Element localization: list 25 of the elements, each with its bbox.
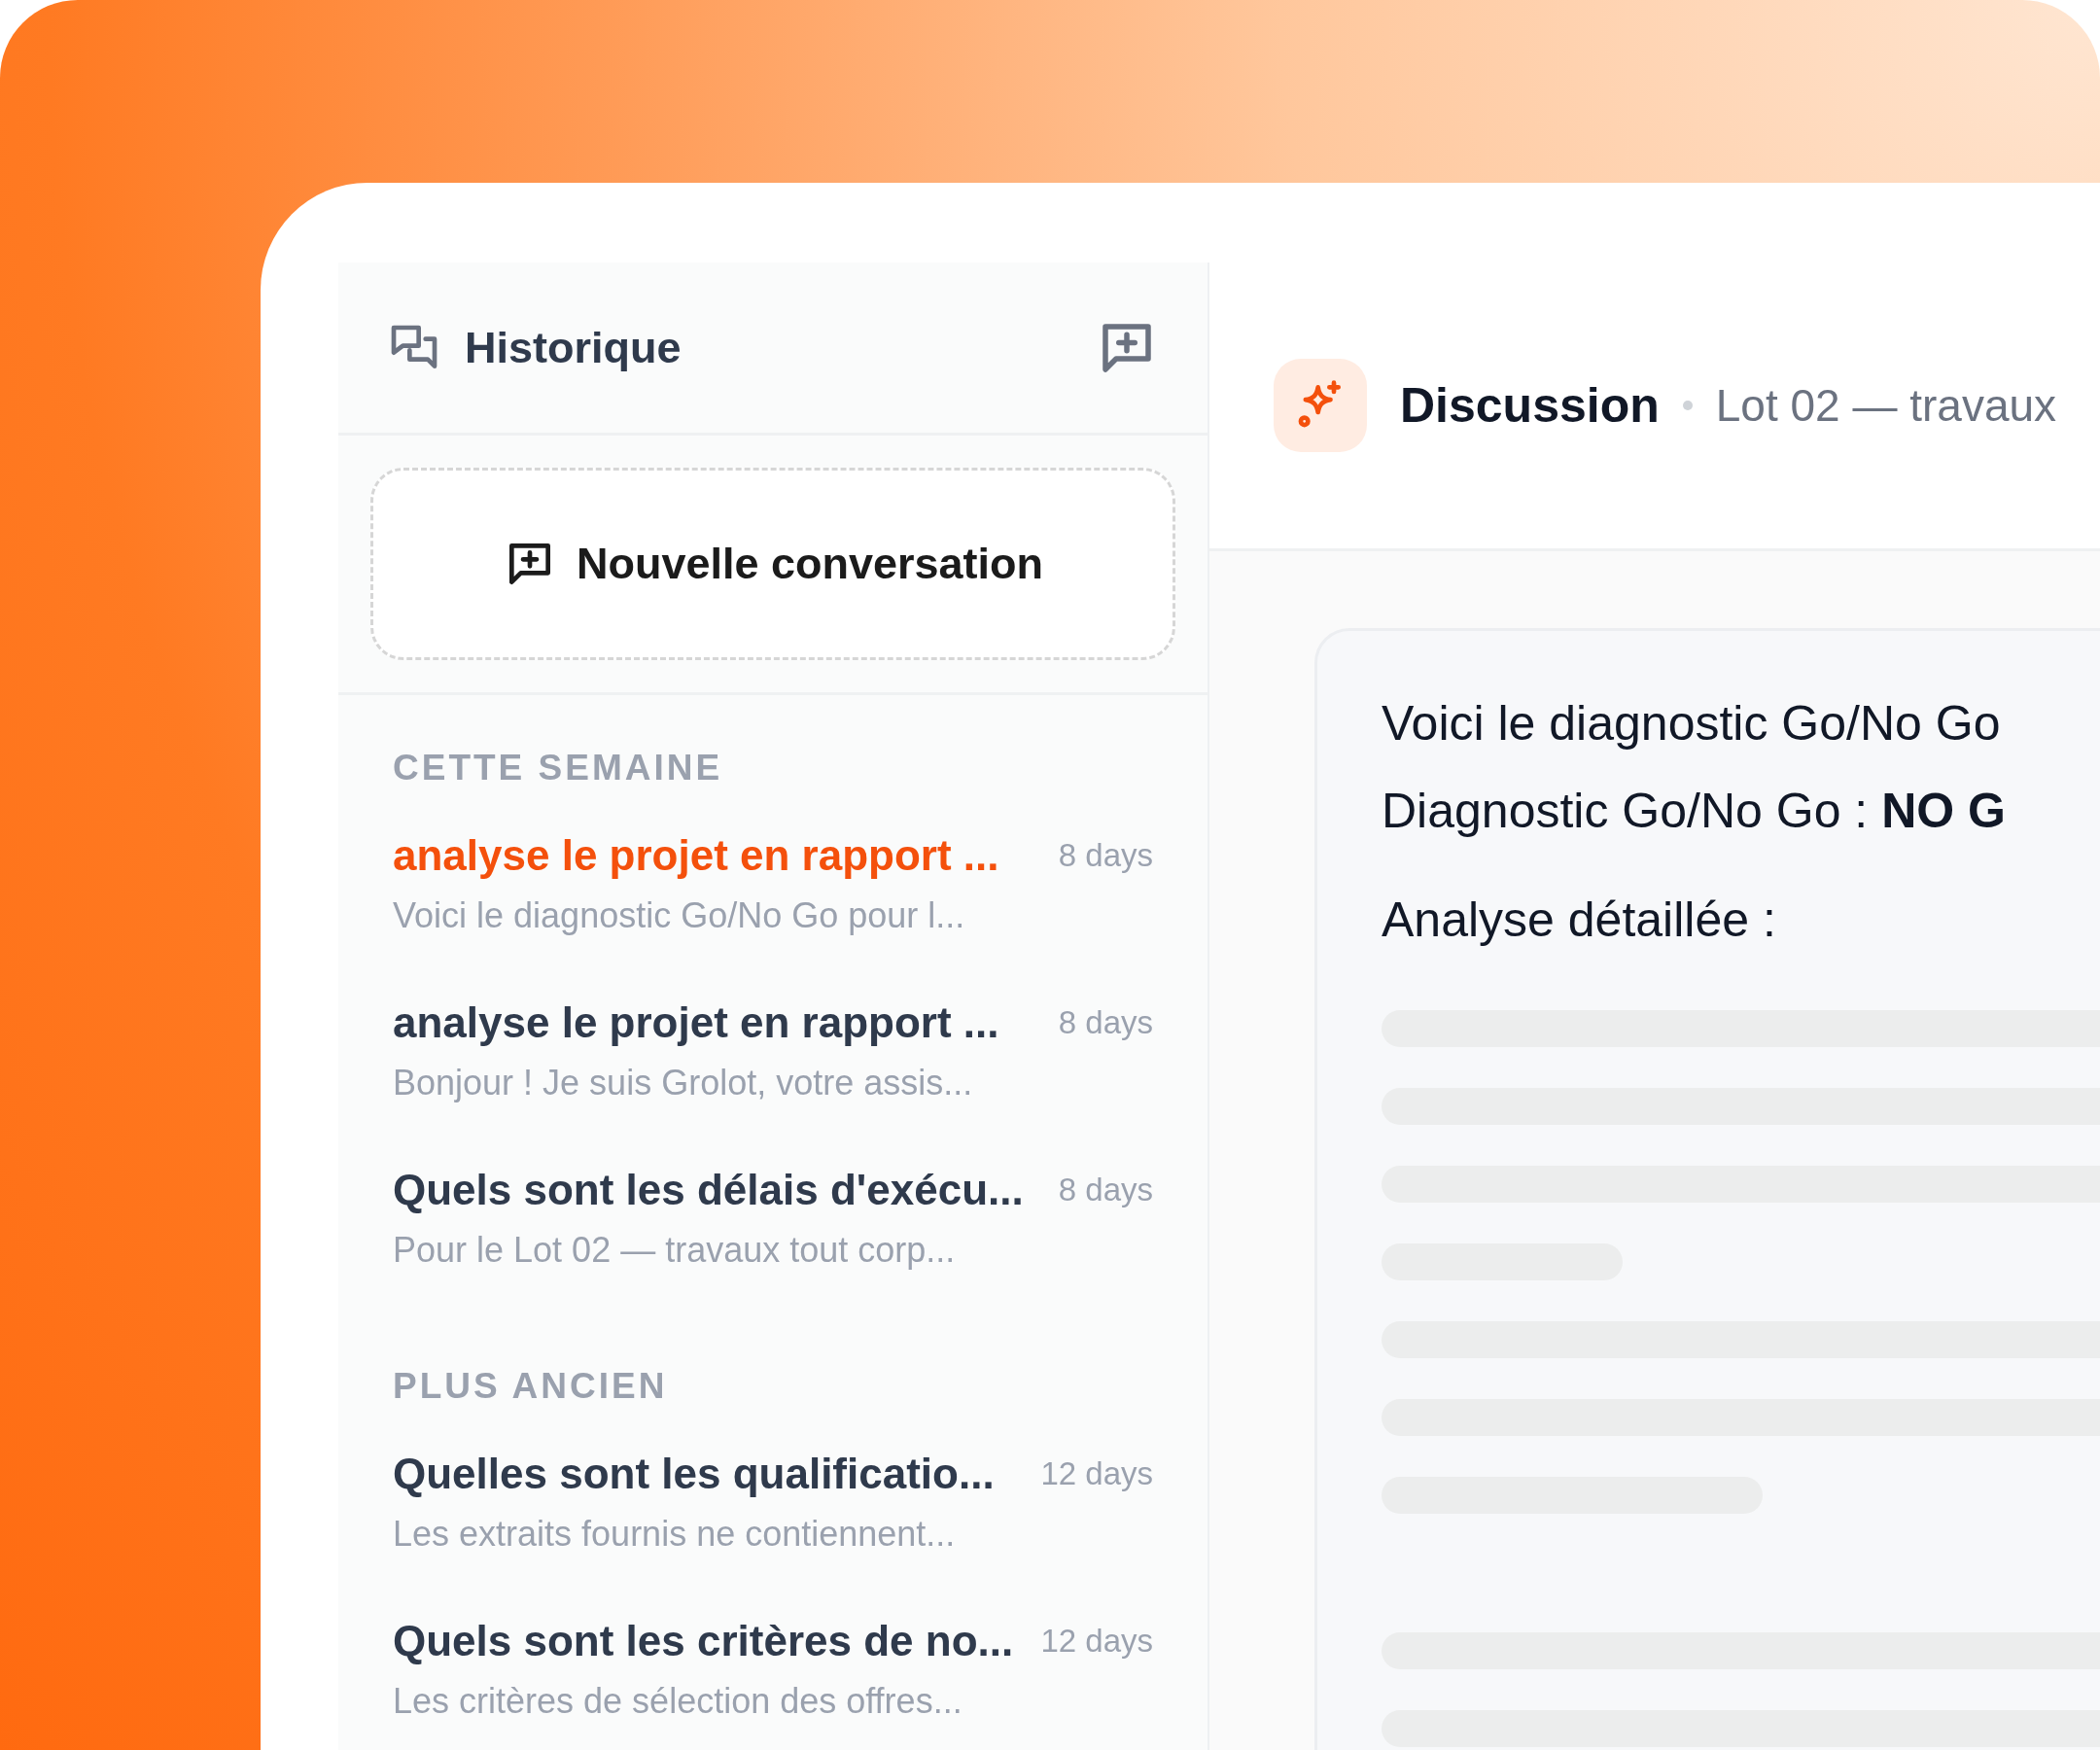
conversation-preview: Pour le Lot 02 — travaux tout corp...	[393, 1229, 957, 1272]
conversation-age: 8 days	[1058, 1171, 1153, 1209]
separator-dot	[1682, 401, 1693, 410]
conversation-age: 8 days	[1058, 1003, 1153, 1042]
conversation-title[interactable]: Quels sont les critères de no...	[393, 1613, 1022, 1669]
section-heading: CETTE SEMAINE	[393, 747, 724, 789]
conversation-preview: Les critères de sélection des offres...	[393, 1680, 963, 1723]
conversation-preview: Les extraits fournis ne contiennent...	[393, 1513, 957, 1556]
message-text: Analyse détaillée :	[1382, 892, 1777, 949]
chat-subtitle: Lot 02 — travaux	[1715, 379, 2057, 432]
conversation-title[interactable]: Quels sont les délais d'exécu...	[393, 1162, 1039, 1218]
message-text: Diagnostic Go/No Go : NO G	[1382, 783, 2007, 840]
conversation-preview: Voici le diagnostic Go/No Go pour l...	[393, 894, 966, 937]
sidebar-title: Historique	[465, 322, 682, 373]
sparkle-icon	[1274, 359, 1367, 452]
conversation-title[interactable]: Quelles sont les qualificatio...	[393, 1446, 1022, 1502]
section-heading: PLUS ANCIEN	[393, 1365, 669, 1408]
message-text: Voici le diagnostic Go/No Go	[1382, 695, 2002, 752]
conversation-preview: Bonjour ! Je suis Grolot, votre assis...	[393, 1062, 974, 1104]
new-conversation-button[interactable]: Nouvelle conversation	[370, 468, 1175, 660]
conversation-age: 12 days	[1040, 1622, 1153, 1661]
conversation-title[interactable]: analyse le projet en rapport ...	[393, 995, 1039, 1051]
conversation-age: 12 days	[1040, 1454, 1153, 1493]
conversation-age: 8 days	[1058, 836, 1153, 875]
chat-title: Discussion	[1400, 377, 1660, 434]
